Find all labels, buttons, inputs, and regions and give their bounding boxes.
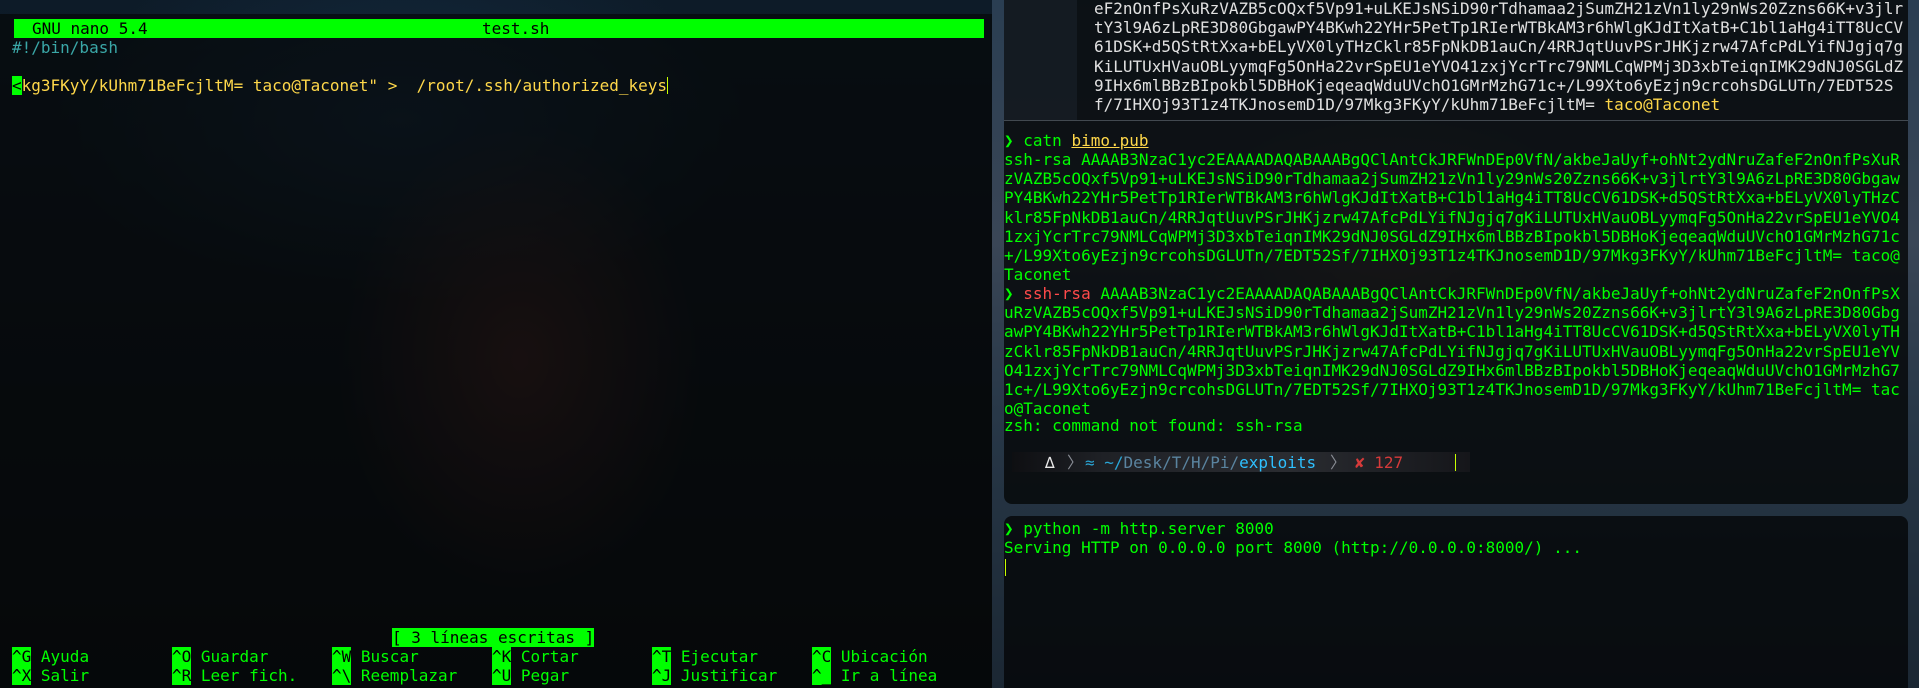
shortcut-label: Ir a línea <box>840 666 938 685</box>
shortcut-help[interactable]: ^G Ayuda <box>12 647 89 666</box>
shortcut-save[interactable]: ^O Guardar <box>172 647 268 666</box>
command-name-error: ssh-rsa <box>1023 284 1091 303</box>
terminal-cursor <box>667 77 669 94</box>
shortcut-search[interactable]: ^W Buscar <box>332 647 419 666</box>
shortcut-key: ^C <box>812 647 832 666</box>
shortcut-paste[interactable]: ^U Pegar <box>492 666 569 685</box>
terminal-inner-gutter <box>1004 0 1077 120</box>
command-line-catn[interactable]: ❯ catn bimo.pub <box>1004 131 1149 150</box>
exit-status: ✘ 127 <box>1355 453 1404 472</box>
prompt-arrow-icon: ❯ <box>1004 284 1024 303</box>
shortcut-label: Leer fich. <box>200 666 298 685</box>
command-arguments: AAAAB3NzaC1yc2EAAAADAQABAAABgQClAntCkJRF… <box>1004 284 1900 419</box>
command-name: catn <box>1023 131 1062 150</box>
prompt-arrow-icon: ❯ <box>1004 131 1024 150</box>
shortcut-label: Buscar <box>360 647 419 666</box>
shortcut-label: Guardar <box>200 647 269 666</box>
path-dirs: Desk/T/H/Pi/ <box>1123 453 1240 472</box>
command-name: python <box>1023 519 1082 538</box>
nano-filename: test.sh <box>482 19 550 38</box>
shortcut-key: ^_ <box>812 666 832 685</box>
shortcut-label: Pegar <box>520 666 570 685</box>
nano-title-bar: GNU nano 5.4 test.sh <box>14 19 984 38</box>
shortcut-key: ^X <box>12 666 32 685</box>
terminal-cursor <box>1005 559 1006 576</box>
shortcut-key: ^\ <box>332 666 352 685</box>
catn-output: ssh-rsa AAAAB3NzaC1yc2EAAAADAQABAAABgQCl… <box>1004 150 1900 285</box>
separator-icon: 〉 <box>1330 453 1347 472</box>
shortcut-key: ^G <box>12 647 32 666</box>
shortcut-key: ^T <box>652 647 672 666</box>
shortcut-key: ^R <box>172 666 192 685</box>
shortcut-label: Salir <box>40 666 90 685</box>
shortcut-label: Ayuda <box>40 647 90 666</box>
shortcut-key: ^K <box>492 647 512 666</box>
terminal-cursor <box>1455 454 1456 471</box>
separator-icon: 〉 <box>1067 453 1084 472</box>
nano-text-cursor: < <box>12 76 22 95</box>
terminal-separator <box>1004 120 1908 121</box>
shortcut-label: Justificar <box>680 666 778 685</box>
shortcut-label: Reemplazar <box>360 666 458 685</box>
error-message: zsh: command not found: ssh-rsa <box>1004 416 1303 435</box>
shortcut-replace[interactable]: ^\ Reemplazar <box>332 666 457 685</box>
shortcut-execute[interactable]: ^T Ejecutar <box>652 647 758 666</box>
server-output: Serving HTTP on 0.0.0.0 port 8000 (http:… <box>1004 538 1582 557</box>
shortcut-location[interactable]: ^C Ubicación <box>812 647 928 666</box>
shortcut-key: ^J <box>652 666 672 685</box>
nano-line-content[interactable]: <kg3FKyY/kUhm71BeFcjltM= taco@Taconet" >… <box>12 76 669 95</box>
os-icon: ∆ <box>1045 453 1055 472</box>
command-line-ssh-rsa[interactable]: ❯ ssh-rsa AAAAB3NzaC1yc2EAAAADAQABAAABgQ… <box>1004 284 1908 418</box>
shortcut-read-file[interactable]: ^R Leer fich. <box>172 666 297 685</box>
nano-version: GNU nano 5.4 <box>32 19 148 38</box>
shortcut-label: Cortar <box>520 647 579 666</box>
nano-status-message: [ 3 líneas escritas ] <box>392 628 595 648</box>
previous-key-text: eF2nOnfPsXuRzVAZB5cOQxf5Vp91+uLKEJsNSiD9… <box>1094 0 1904 115</box>
home-icon: ≈ ~/ <box>1085 453 1124 472</box>
shortcut-justify[interactable]: ^J Justificar <box>652 666 777 685</box>
nano-line-shebang[interactable]: #!/bin/bash <box>12 38 118 57</box>
prompt-path: ≈ ~/Desk/T/H/Pi/exploits <box>1085 453 1316 472</box>
command-argument[interactable]: bimo.pub <box>1071 131 1148 150</box>
previous-output-block: eF2nOnfPsXuRzVAZB5cOQxf5Vp91+uLKEJsNSiD9… <box>1094 0 1904 114</box>
shortcut-key: ^U <box>492 666 512 685</box>
shortcut-goto-line[interactable]: ^_ Ir a línea <box>812 666 937 685</box>
command-line-python[interactable]: ❯ python -m http.server 8000 <box>1004 519 1274 538</box>
shortcut-label: Ejecutar <box>680 647 758 666</box>
command-arguments: -m http.server 8000 <box>1090 519 1274 538</box>
nano-editor-pane[interactable] <box>0 14 992 688</box>
shortcut-cut[interactable]: ^K Cortar <box>492 647 579 666</box>
shortcut-label: Ubicación <box>840 647 928 666</box>
prompt-arrow-icon: ❯ <box>1004 519 1024 538</box>
previous-key-user: taco@Taconet <box>1604 95 1721 115</box>
path-current-dir: exploits <box>1239 453 1317 472</box>
shortcut-exit[interactable]: ^X Salir <box>12 666 89 685</box>
shortcut-key: ^O <box>172 647 192 666</box>
nano-line-text: kg3FKyY/kUhm71BeFcjltM= taco@Taconet" > … <box>21 76 668 95</box>
shortcut-key: ^W <box>332 647 352 666</box>
